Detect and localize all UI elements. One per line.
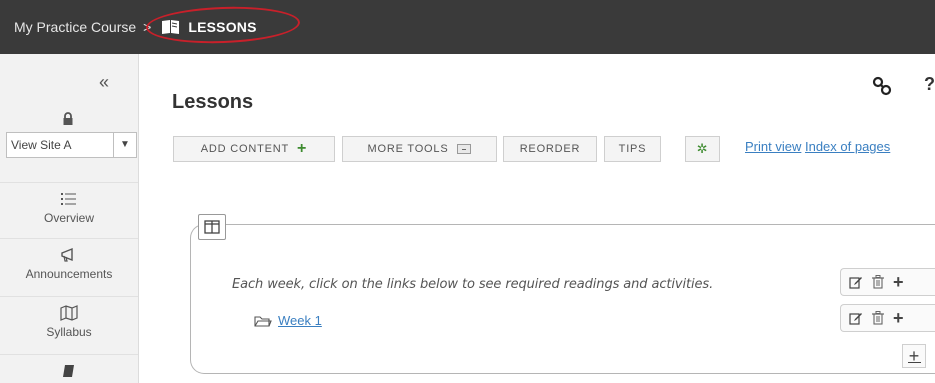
sidebar-item-label: Announcements <box>25 267 113 281</box>
add-content-button[interactable]: ADD CONTENT + <box>173 136 335 162</box>
chevron-down-icon[interactable]: ▼ <box>114 133 136 157</box>
sidebar-item-announcements[interactable]: Announcements <box>0 238 138 296</box>
index-of-pages-link[interactable]: Index of pages <box>805 139 890 154</box>
columns-icon <box>204 220 220 234</box>
lock-icon <box>63 112 73 125</box>
link-icon[interactable] <box>872 76 892 96</box>
tips-button[interactable]: TIPS <box>604 136 661 162</box>
week-1-link[interactable]: Week 1 <box>278 313 322 328</box>
add-content-label: ADD CONTENT <box>200 143 290 155</box>
view-site-as-select[interactable]: View Site A ▼ <box>6 132 137 158</box>
section-instructions: Each week, click on the links below to s… <box>232 277 714 292</box>
add-section-button[interactable]: + <box>902 344 926 368</box>
list-icon <box>61 193 76 205</box>
page-title: Lessons <box>172 91 254 113</box>
breadcrumb-current-page[interactable]: LESSONS <box>145 4 301 46</box>
top-breadcrumb-bar: My Practice Course > LESSONS <box>0 0 935 54</box>
edit-icon[interactable] <box>849 275 863 289</box>
delete-icon[interactable] <box>872 275 884 289</box>
tool-sidebar: « View Site A ▼ Overview Announcements S… <box>0 54 139 383</box>
week-1-item[interactable]: Week 1 <box>254 313 322 328</box>
sidebar-item-label: Overview <box>43 211 94 225</box>
view-site-as-value: View Site A <box>7 133 114 157</box>
more-tools-label: MORE TOOLS <box>367 143 449 155</box>
sidebar-item-syllabus[interactable]: Syllabus <box>0 296 138 354</box>
help-icon[interactable]: ? <box>924 74 935 95</box>
reorder-button[interactable]: REORDER <box>503 136 597 162</box>
edit-icon[interactable] <box>849 311 863 325</box>
dropdown-icon <box>457 144 472 154</box>
column-layout-icon[interactable] <box>198 214 226 240</box>
sidebar-item-label: Syllabus <box>46 325 92 339</box>
book-icon <box>63 365 74 377</box>
add-below-icon[interactable]: + <box>893 309 904 327</box>
add-icon: + <box>908 345 920 366</box>
tips-label: TIPS <box>618 143 647 155</box>
folder-icon <box>254 315 272 327</box>
content-section <box>190 224 935 374</box>
reorder-label: REORDER <box>519 143 581 155</box>
breadcrumb-course-link[interactable]: My Practice Course <box>14 19 136 35</box>
sidebar-item-overview[interactable]: Overview <box>0 182 138 238</box>
map-icon <box>60 305 78 321</box>
plus-icon: + <box>297 140 308 157</box>
settings-button[interactable]: ✲ <box>685 136 720 162</box>
print-view-link[interactable]: Print view <box>745 139 801 154</box>
lessons-book-icon <box>162 20 180 34</box>
megaphone-icon <box>61 247 73 262</box>
collapse-sidebar-icon[interactable]: « <box>99 72 109 93</box>
instructions-actions: + <box>840 268 935 296</box>
page-links: Print view Index of pages <box>745 139 890 154</box>
add-below-icon[interactable]: + <box>893 273 904 291</box>
week-1-actions: + <box>840 304 935 332</box>
delete-icon[interactable] <box>872 311 884 325</box>
gear-icon: ✲ <box>696 141 709 156</box>
sidebar-item-next[interactable] <box>0 354 138 383</box>
more-tools-button[interactable]: MORE TOOLS <box>342 136 497 162</box>
